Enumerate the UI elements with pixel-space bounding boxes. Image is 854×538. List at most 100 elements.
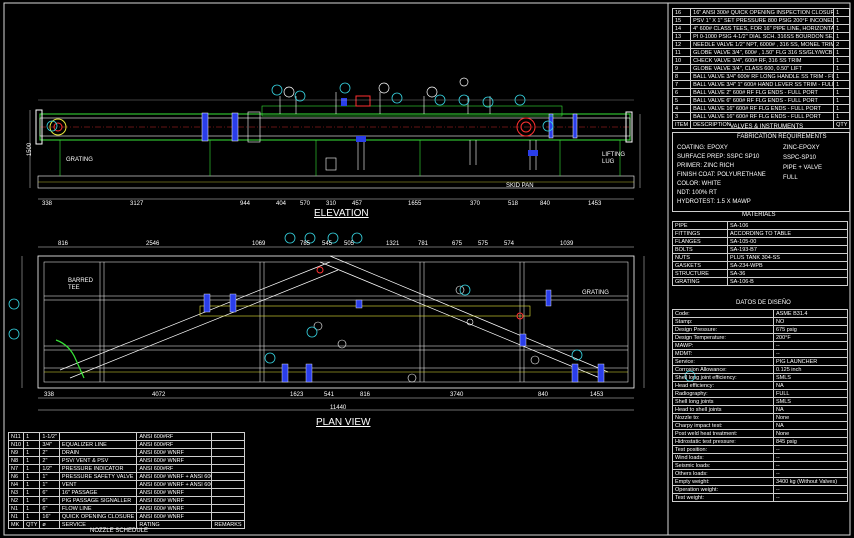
fabrication-line: SURFACE PREP: SSPC SP10: [677, 154, 760, 160]
nozzle-rating: ANSI 600#RF: [136, 440, 213, 449]
design-value: --: [773, 485, 848, 494]
design-value: 3400 kg (Without Valves): [773, 477, 848, 486]
design-value: SMLS: [773, 373, 848, 382]
design-row: Stamp: NO: [672, 317, 848, 326]
bom-item-qty: 1: [833, 56, 851, 65]
design-value: --: [773, 493, 848, 502]
plan-total-dim: 11440: [330, 405, 347, 411]
nozzle-size: 6": [39, 488, 60, 497]
design-value: 0.125 inch: [773, 365, 848, 374]
plan-bottom-dim: 816: [360, 392, 371, 398]
bom-row: 15 PSV 1" X 1" SET PRESSURE 800 PSIG 200°…: [671, 16, 851, 25]
nozzle-remarks: [211, 512, 245, 521]
bom-item-desc: BALL VALVE 16" 600# RF FLG ENDS - FULL P…: [690, 112, 835, 121]
nozzle-service: FLOW LINE: [58, 504, 138, 513]
bom-row: 5 BALL VALVE 6" 600# RF FLG ENDS - FULL P…: [671, 96, 851, 105]
plan-top-dim: 574: [504, 241, 515, 247]
design-row: Service: PIG LAUNCHER: [672, 357, 848, 366]
nozzle-qty: 1: [23, 496, 41, 505]
nozzle-mark: N2: [7, 496, 25, 505]
bom-item-no: 13: [671, 32, 692, 41]
bom-item-no: 7: [671, 80, 692, 89]
elevation-dim: 404: [276, 201, 287, 207]
elevation-dim: 370: [470, 201, 481, 207]
nozzle-rating: ANSI 600#RF: [136, 432, 213, 441]
design-row: Empty weight: 3400 kg (Without Valves): [672, 477, 848, 486]
elevation-dim: 518: [508, 201, 519, 207]
nozzle-header-mk: MK: [7, 520, 25, 529]
nozzle-rating: ANSI 600# WNRF + ANSI 600# WNRF: [136, 480, 213, 489]
design-value: 675 psig: [773, 325, 848, 334]
bom-row: 8 BALL VALVE 3/4" 600# RF LONG HANDLE SS …: [671, 72, 851, 81]
fabrication-right-line: SSPC-SP10: [783, 155, 817, 161]
nozzle-header-remarks: REMARKS: [211, 520, 245, 529]
nozzle-remarks: [211, 448, 245, 457]
design-row: Operation weight: --: [672, 485, 848, 494]
bom-row: 14 4" 600# CLASS TEES, FOR 16" PIPE LINE,…: [671, 24, 851, 33]
design-row: Wind loads: --: [672, 453, 848, 462]
bom-item-no: 4: [671, 104, 692, 113]
design-key: Charpy impact test:: [672, 421, 774, 430]
nozzle-row: N7 1 1/2" PRESSURE INDICATOR ANSI 600#RF: [7, 464, 245, 473]
bom-section-title: VALVES & INSTRUMENTS: [730, 124, 804, 130]
nozzle-qty: 1: [23, 432, 41, 441]
fabrication-right-line: ZINC-EPOXY: [783, 145, 820, 151]
plan-top-dim: 1321: [386, 241, 400, 247]
nozzle-rating: ANSI 600# WNRF + ANSI 600# WNRF: [136, 472, 213, 481]
plan-bottom-dim: 541: [324, 392, 335, 398]
materials-row: GRATING SA-106-B: [672, 277, 848, 286]
nozzle-service: QUICK OPENING CLOSURE: [58, 512, 138, 521]
plan-top-dim: 675: [452, 241, 463, 247]
design-value: None: [773, 429, 848, 438]
materials-value: SA-106: [727, 221, 848, 230]
elevation-left-dim: 1500: [27, 142, 34, 157]
nozzle-rating: ANSI 600# WNRF: [136, 448, 213, 457]
nozzle-row: N10 1 3/4" EQUALIZER LINE ANSI 600#RF: [7, 440, 245, 449]
nozzle-rating: ANSI 600# WNRF: [136, 456, 213, 465]
materials-row: GASKETS SA-234-WPB: [672, 261, 848, 270]
materials-key: STRUCTURE: [672, 269, 728, 278]
nozzle-mark: N1: [7, 512, 25, 521]
materials-row: FITTINGS ACCORDING TO TABLE: [672, 229, 848, 238]
nozzle-size: 6": [39, 496, 60, 505]
bom-item-no: 15: [671, 16, 692, 25]
bom-item-no: 10: [671, 56, 692, 65]
materials-value: ACCORDING TO TABLE: [727, 229, 848, 238]
nozzle-mark: N1: [7, 504, 25, 513]
plan-bottom-dim: 1453: [590, 392, 604, 398]
nozzle-row: N3 1 6" 16" PASSAGE ANSI 600# WNRF: [7, 488, 245, 497]
design-key: Design Pressure:: [672, 325, 774, 334]
nozzle-schedule-title: NOZZLE SCHEDULE: [90, 528, 149, 534]
elevation-dim: 338: [42, 201, 53, 207]
bom-header-no: ITEM: [671, 120, 692, 129]
plan-top-dim: 1039: [560, 241, 574, 247]
nozzle-qty: 1: [23, 464, 41, 473]
nozzle-rating: ANSI 600# WNRF: [136, 496, 213, 505]
nozzle-service: PRESSURE SAFETY VALVE: [58, 472, 138, 481]
design-row: Test weight: --: [672, 493, 848, 502]
design-value: NA: [773, 421, 848, 430]
design-key: Radiography:: [672, 389, 774, 398]
design-key: Shell long joint efficiency:: [672, 373, 774, 382]
bom-item-desc: GLOBE VALVE 3/4", 600# , 1.50" FLG 316 S…: [690, 48, 835, 57]
design-title: DATOS DE DISEÑO: [736, 300, 791, 306]
bom-item-no: 11: [671, 48, 692, 57]
nozzle-schedule-table: N11 1 1-1/2" ANSI 600#RF N10 1 3/4" EQUALIZER L…: [7, 432, 245, 529]
nozzle-row: N9 1 2" DRAIN ANSI 600# WNRF: [7, 448, 245, 457]
plan-top-dim: 575: [478, 241, 489, 247]
nozzle-qty: 1: [23, 504, 41, 513]
bom-item-desc: BALL VALVE 2" 600# RF FLG ENDS - FULL PO…: [690, 88, 835, 97]
bom-item-qty: 1: [833, 32, 851, 41]
nozzle-balloons: [8, 82, 696, 382]
nozzle-mark: N3: [7, 488, 25, 497]
design-key: Wind loads:: [672, 453, 774, 462]
design-value: --: [773, 461, 848, 470]
nozzle-service: 16" PASSAGE: [58, 488, 138, 497]
elevation-dim: 3127: [130, 201, 144, 207]
materials-value: SA-105-00: [727, 237, 848, 246]
nozzle-service: PSV/ VENT & PSV: [58, 456, 138, 465]
design-value: --: [773, 445, 848, 454]
plan-top-dim: 1069: [252, 241, 266, 247]
design-row: Hidrostatic test pressure: 845 psig: [672, 437, 848, 446]
materials-value: PLUS TANK 304-SS: [727, 253, 848, 262]
